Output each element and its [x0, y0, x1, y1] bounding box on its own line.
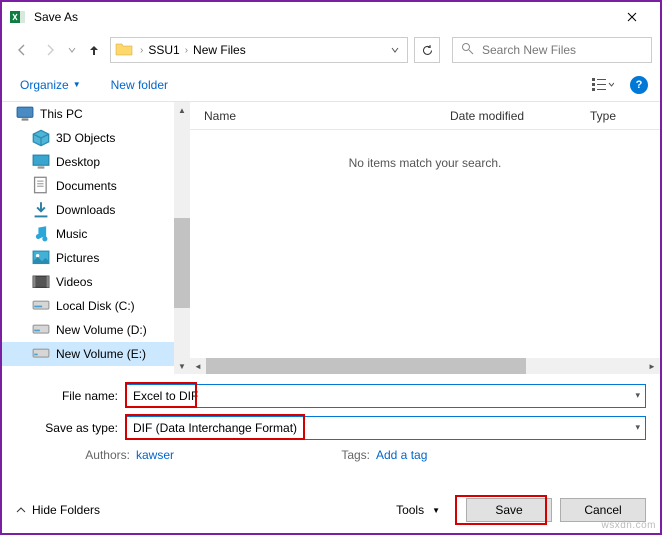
- chevron-right-icon[interactable]: ›: [137, 45, 146, 56]
- videos-icon: [32, 274, 50, 290]
- nav-bar: › SSU1 › New Files Search New Files: [2, 32, 660, 68]
- folder-icon: [115, 41, 133, 59]
- address-dropdown[interactable]: [387, 43, 403, 57]
- excel-icon: [10, 9, 26, 25]
- search-placeholder: Search New Files: [482, 43, 576, 57]
- col-name[interactable]: Name: [190, 109, 450, 123]
- tree-music[interactable]: Music: [2, 222, 174, 246]
- scroll-right-icon[interactable]: ►: [644, 358, 660, 374]
- view-options[interactable]: [588, 73, 618, 97]
- scroll-down-icon[interactable]: ▼: [174, 358, 190, 374]
- chevron-up-icon: [16, 505, 26, 515]
- tree-new-volume-e[interactable]: New Volume (E:): [2, 342, 174, 366]
- tree-3d-objects[interactable]: 3D Objects: [2, 126, 174, 150]
- documents-icon: [32, 178, 50, 194]
- cube-icon: [32, 130, 50, 146]
- tree-pictures[interactable]: Pictures: [2, 246, 174, 270]
- desktop-icon: [32, 154, 50, 170]
- cancel-button[interactable]: Cancel: [560, 498, 646, 522]
- address-bar[interactable]: › SSU1 › New Files: [110, 37, 408, 63]
- disk-icon: [32, 298, 50, 314]
- tree-desktop[interactable]: Desktop: [2, 150, 174, 174]
- authors-label: Authors:: [76, 448, 136, 462]
- downloads-icon: [32, 202, 50, 218]
- col-date[interactable]: Date modified: [450, 109, 590, 123]
- toolbar: Organize▼ New folder ?: [2, 68, 660, 102]
- tree-this-pc[interactable]: This PC: [2, 102, 174, 126]
- scroll-left-icon[interactable]: ◄: [190, 358, 206, 374]
- close-button[interactable]: [612, 2, 652, 32]
- saveastype-select[interactable]: DIF (Data Interchange Format) ▾: [126, 416, 646, 440]
- authors-value[interactable]: kawser: [136, 448, 336, 462]
- hscroll-thumb[interactable]: [206, 358, 526, 374]
- chevron-down-icon[interactable]: ▾: [635, 422, 640, 433]
- disk-icon: [32, 322, 50, 338]
- empty-message: No items match your search.: [190, 130, 660, 358]
- tree-videos[interactable]: Videos: [2, 270, 174, 294]
- window-title: Save As: [34, 10, 612, 24]
- pictures-icon: [32, 250, 50, 266]
- footer: Hide Folders Tools▼ Save Cancel: [2, 487, 660, 533]
- tools-menu[interactable]: Tools▼: [396, 503, 440, 517]
- navigation-tree[interactable]: This PC 3D Objects Desktop Documents Dow…: [2, 102, 174, 374]
- file-list-pane: Name Date modified Type No items match y…: [190, 102, 660, 374]
- scroll-thumb[interactable]: [174, 218, 190, 308]
- scroll-up-icon[interactable]: ▲: [174, 102, 190, 118]
- column-headers: Name Date modified Type: [190, 102, 660, 130]
- new-folder-button[interactable]: New folder: [105, 74, 174, 96]
- recent-dropdown[interactable]: [66, 43, 78, 57]
- music-icon: [32, 226, 50, 242]
- tree-documents[interactable]: Documents: [2, 174, 174, 198]
- filename-label: File name:: [16, 389, 126, 403]
- disk-icon: [32, 346, 50, 362]
- title-bar: Save As: [2, 2, 660, 32]
- filename-input[interactable]: Excel to DIF ▾: [126, 384, 646, 408]
- file-hscrollbar[interactable]: ◄ ►: [190, 358, 660, 374]
- tree-downloads[interactable]: Downloads: [2, 198, 174, 222]
- organize-menu[interactable]: Organize▼: [14, 74, 87, 96]
- tags-value[interactable]: Add a tag: [376, 448, 576, 462]
- refresh-button[interactable]: [414, 37, 440, 63]
- breadcrumb-ssu1[interactable]: SSU1: [146, 43, 181, 57]
- tree-local-disk-c[interactable]: Local Disk (C:): [2, 294, 174, 318]
- pc-icon: [16, 106, 34, 122]
- hide-folders-button[interactable]: Hide Folders: [16, 503, 100, 517]
- saveastype-label: Save as type:: [16, 421, 126, 435]
- help-button[interactable]: ?: [630, 76, 648, 94]
- watermark: wsxdn.com: [601, 520, 656, 531]
- tags-label: Tags:: [336, 448, 376, 462]
- tree-scrollbar[interactable]: ▲ ▼: [174, 102, 190, 374]
- search-icon: [461, 42, 474, 58]
- save-button[interactable]: Save: [466, 498, 552, 522]
- up-button[interactable]: [82, 38, 106, 62]
- chevron-down-icon[interactable]: ▾: [635, 390, 640, 401]
- search-input[interactable]: Search New Files: [452, 37, 652, 63]
- back-button[interactable]: [10, 38, 34, 62]
- save-form: File name: Excel to DIF ▾ Save as type: …: [2, 374, 660, 470]
- chevron-right-icon[interactable]: ›: [182, 45, 191, 56]
- tree-new-volume-d[interactable]: New Volume (D:): [2, 318, 174, 342]
- breadcrumb-newfiles[interactable]: New Files: [191, 43, 248, 57]
- forward-button[interactable]: [38, 38, 62, 62]
- col-type[interactable]: Type: [590, 109, 660, 123]
